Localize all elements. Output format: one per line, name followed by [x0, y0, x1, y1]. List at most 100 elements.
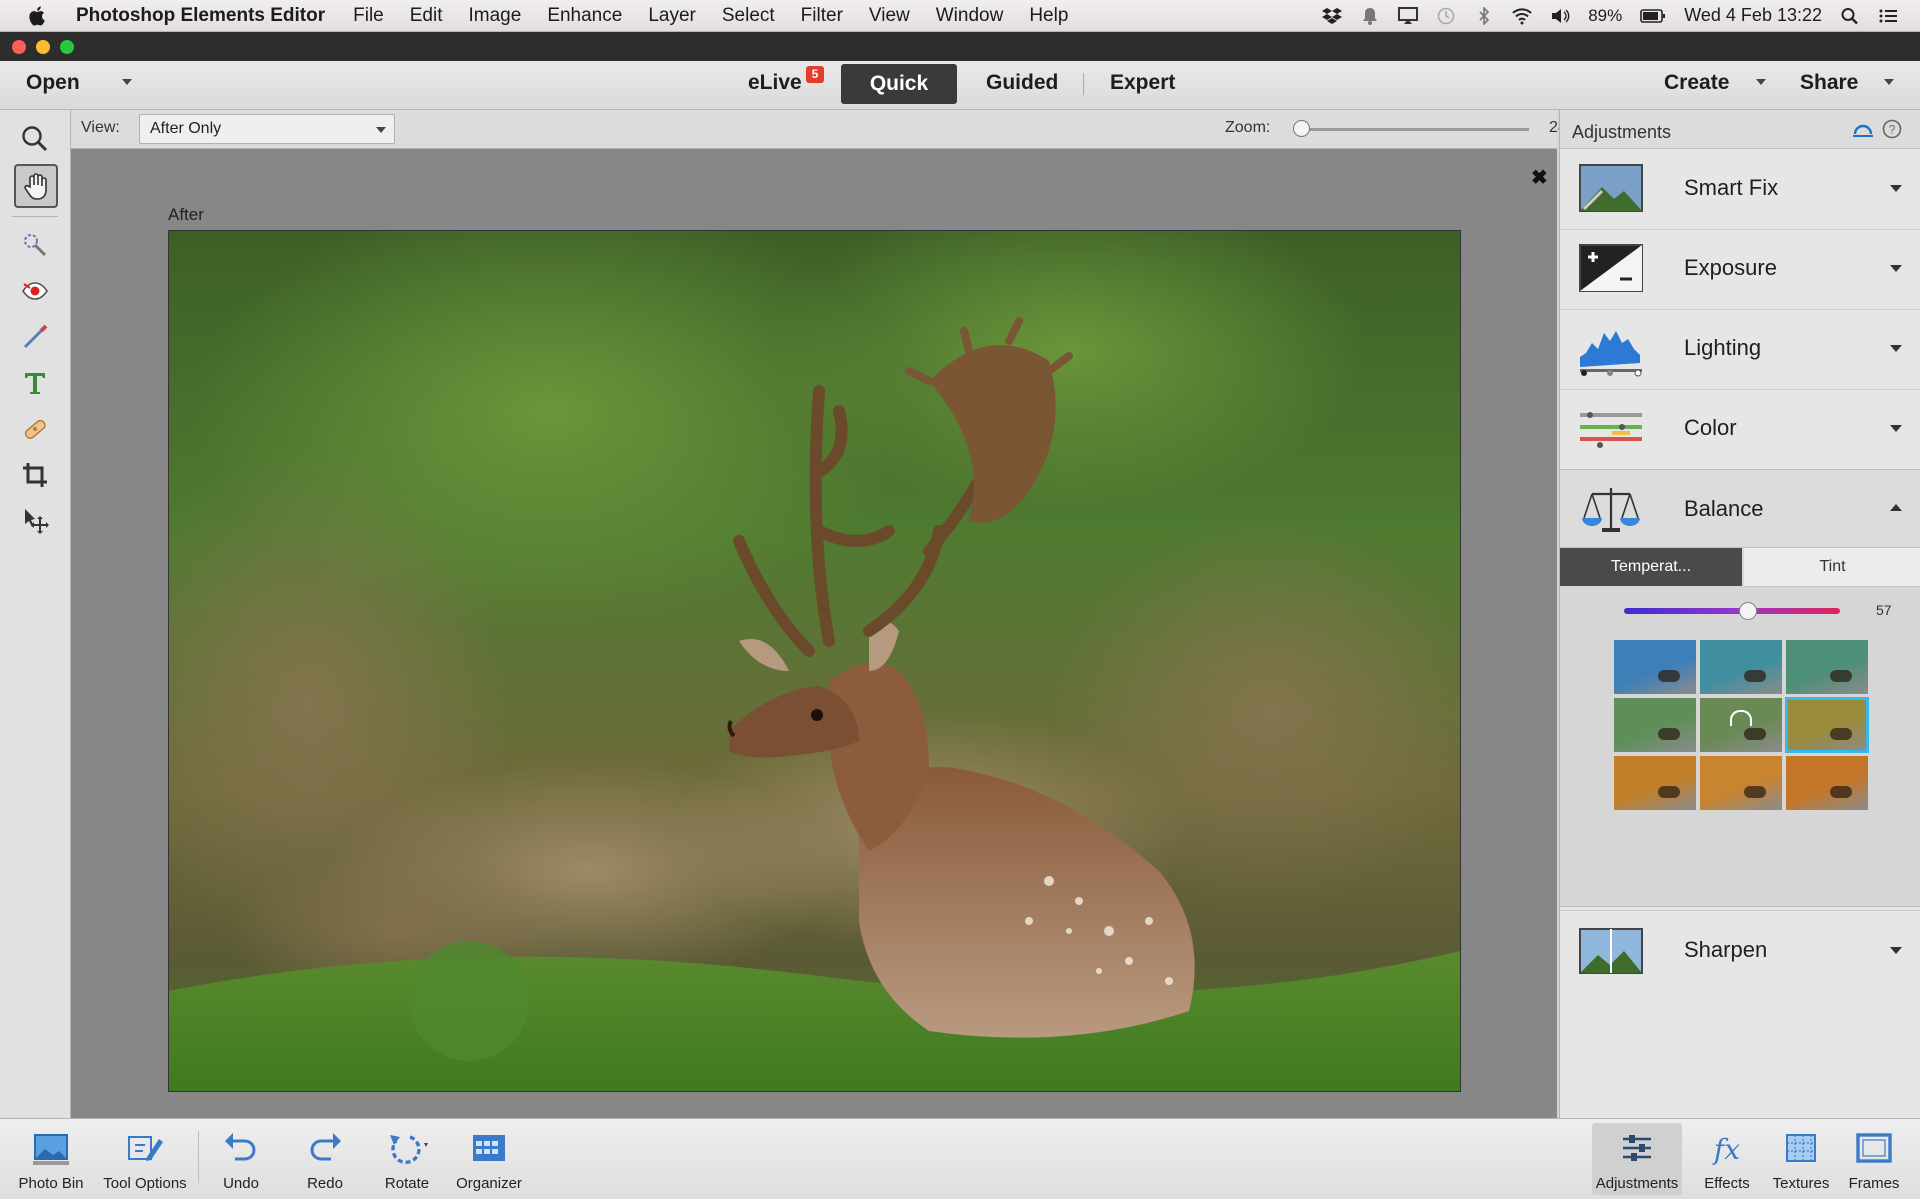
- photo-bin-button[interactable]: Photo Bin: [6, 1123, 96, 1195]
- menu-window[interactable]: Window: [936, 5, 1004, 27]
- magnifier-icon: [22, 126, 48, 152]
- rotate-button[interactable]: Rotate: [362, 1123, 452, 1195]
- adjustment-exposure[interactable]: Exposure: [1560, 229, 1920, 310]
- menu-view[interactable]: View: [869, 5, 910, 27]
- dropbox-icon[interactable]: [1322, 7, 1343, 25]
- crop-tool[interactable]: [14, 454, 56, 496]
- spotlight-search-icon[interactable]: [1840, 7, 1860, 25]
- wifi-icon[interactable]: [1512, 7, 1532, 25]
- notification-center-icon[interactable]: [1878, 7, 1898, 25]
- view-select[interactable]: After Only: [139, 114, 395, 144]
- zoom-window-button[interactable]: [60, 40, 74, 54]
- adjustment-balance[interactable]: Balance: [1560, 469, 1920, 550]
- toolbox-divider: [12, 216, 58, 217]
- histogram-icon: [1580, 331, 1642, 377]
- zoom-tool[interactable]: [14, 118, 56, 160]
- adjustment-color[interactable]: Color: [1560, 389, 1920, 469]
- temperature-slider-thumb[interactable]: [1739, 602, 1758, 620]
- minimize-window-button[interactable]: [36, 40, 50, 54]
- whiten-teeth-tool[interactable]: [14, 316, 56, 358]
- move-tool[interactable]: [14, 500, 56, 542]
- balance-preview-thumbnail[interactable]: [1700, 756, 1782, 810]
- adjustments-panel-button[interactable]: Adjustments: [1592, 1123, 1682, 1195]
- zoom-slider[interactable]: [1295, 128, 1529, 131]
- menu-edit[interactable]: Edit: [410, 5, 443, 27]
- menu-image[interactable]: Image: [469, 5, 522, 27]
- expand-arrow-icon[interactable]: [1890, 947, 1902, 954]
- balance-preview-thumbnail[interactable]: [1700, 640, 1782, 694]
- tab-guided[interactable]: Guided: [986, 71, 1058, 95]
- adjustments-panel: Adjustments ? Smart Fix Exposure Lightin…: [1559, 110, 1920, 1118]
- expand-arrow-icon[interactable]: [1890, 425, 1902, 432]
- adjustment-label: Balance: [1684, 496, 1764, 521]
- organizer-button[interactable]: Organizer: [444, 1123, 534, 1195]
- tool-options-button[interactable]: Tool Options: [100, 1123, 190, 1195]
- zoom-slider-thumb[interactable]: [1292, 120, 1310, 137]
- temperature-slider[interactable]: [1624, 608, 1840, 614]
- collapse-arrow-icon[interactable]: [1890, 504, 1902, 511]
- hand-tool[interactable]: [14, 164, 58, 208]
- open-button[interactable]: Open: [26, 71, 80, 95]
- balance-preview-thumbnail[interactable]: [1614, 698, 1696, 752]
- frames-panel-button[interactable]: Frames: [1832, 1123, 1916, 1195]
- menu-layer[interactable]: Layer: [648, 5, 696, 27]
- adjustment-label: Lighting: [1684, 335, 1762, 360]
- hand-icon: [24, 173, 47, 200]
- create-dropdown-icon[interactable]: [1756, 79, 1766, 85]
- tab-expert[interactable]: Expert: [1110, 71, 1175, 95]
- tab-quick[interactable]: Quick: [841, 64, 957, 104]
- button-label: Tool Options: [103, 1175, 187, 1192]
- balance-preview-thumbnail[interactable]: [1785, 697, 1869, 753]
- deer-photo: [169, 231, 1460, 1091]
- menu-help[interactable]: Help: [1029, 5, 1068, 27]
- undo-button[interactable]: Undo: [196, 1123, 286, 1195]
- expand-arrow-icon[interactable]: [1890, 185, 1902, 192]
- spot-healing-tool[interactable]: [14, 408, 56, 450]
- app-menu[interactable]: Photoshop Elements Editor: [76, 5, 325, 27]
- menu-filter[interactable]: Filter: [801, 5, 843, 27]
- document-image[interactable]: [168, 230, 1461, 1092]
- red-eye-tool[interactable]: [14, 270, 56, 312]
- expand-arrow-icon[interactable]: [1890, 265, 1902, 272]
- quick-selection-tool[interactable]: [14, 224, 56, 266]
- apple-icon[interactable]: [28, 5, 48, 27]
- window-title-bar: [0, 32, 1920, 61]
- balance-preview-thumbnail[interactable]: [1786, 640, 1868, 694]
- share-dropdown-icon[interactable]: [1884, 79, 1894, 85]
- close-document-icon[interactable]: ✖: [1531, 165, 1548, 190]
- menu-file[interactable]: File: [353, 5, 384, 27]
- close-window-button[interactable]: [12, 40, 26, 54]
- share-button[interactable]: Share: [1800, 71, 1858, 95]
- elive-button[interactable]: eLive: [748, 71, 802, 95]
- redo-button[interactable]: Redo: [280, 1123, 370, 1195]
- temperature-value: 57: [1876, 602, 1892, 618]
- move-icon: [25, 509, 49, 534]
- tab-tint[interactable]: Tint: [1744, 548, 1920, 587]
- notification-icon[interactable]: [1360, 7, 1380, 25]
- clock[interactable]: Wed 4 Feb 13:22: [1684, 5, 1822, 26]
- menu-select[interactable]: Select: [722, 5, 775, 27]
- bluetooth-icon[interactable]: [1474, 6, 1494, 25]
- adjustment-smart-fix[interactable]: Smart Fix: [1560, 149, 1920, 230]
- thumbnail-subject: [1744, 728, 1766, 740]
- adjustment-sharpen[interactable]: Sharpen: [1560, 910, 1920, 991]
- balance-preview-thumbnail[interactable]: [1700, 698, 1782, 752]
- tab-temperature[interactable]: Temperat...: [1560, 548, 1742, 586]
- expand-arrow-icon[interactable]: [1890, 345, 1902, 352]
- create-button[interactable]: Create: [1664, 71, 1729, 95]
- time-machine-icon[interactable]: [1436, 7, 1456, 25]
- balance-preview-thumbnail[interactable]: [1614, 640, 1696, 694]
- battery-icon[interactable]: [1640, 7, 1666, 25]
- view-options-bar: View: After Only Zoom: 28%: [71, 110, 1581, 149]
- reset-icon[interactable]: [1852, 120, 1874, 138]
- balance-preview-thumbnail[interactable]: [1614, 756, 1696, 810]
- type-tool[interactable]: [14, 362, 56, 404]
- volume-icon[interactable]: [1550, 7, 1570, 25]
- menu-enhance[interactable]: Enhance: [547, 5, 622, 27]
- balance-preview-thumbnail[interactable]: [1786, 756, 1868, 810]
- open-dropdown-icon[interactable]: [122, 79, 132, 85]
- airplay-icon[interactable]: [1398, 6, 1419, 25]
- adjustment-lighting[interactable]: Lighting: [1560, 309, 1920, 390]
- help-icon[interactable]: ?: [1882, 119, 1902, 139]
- crop-icon: [23, 463, 47, 487]
